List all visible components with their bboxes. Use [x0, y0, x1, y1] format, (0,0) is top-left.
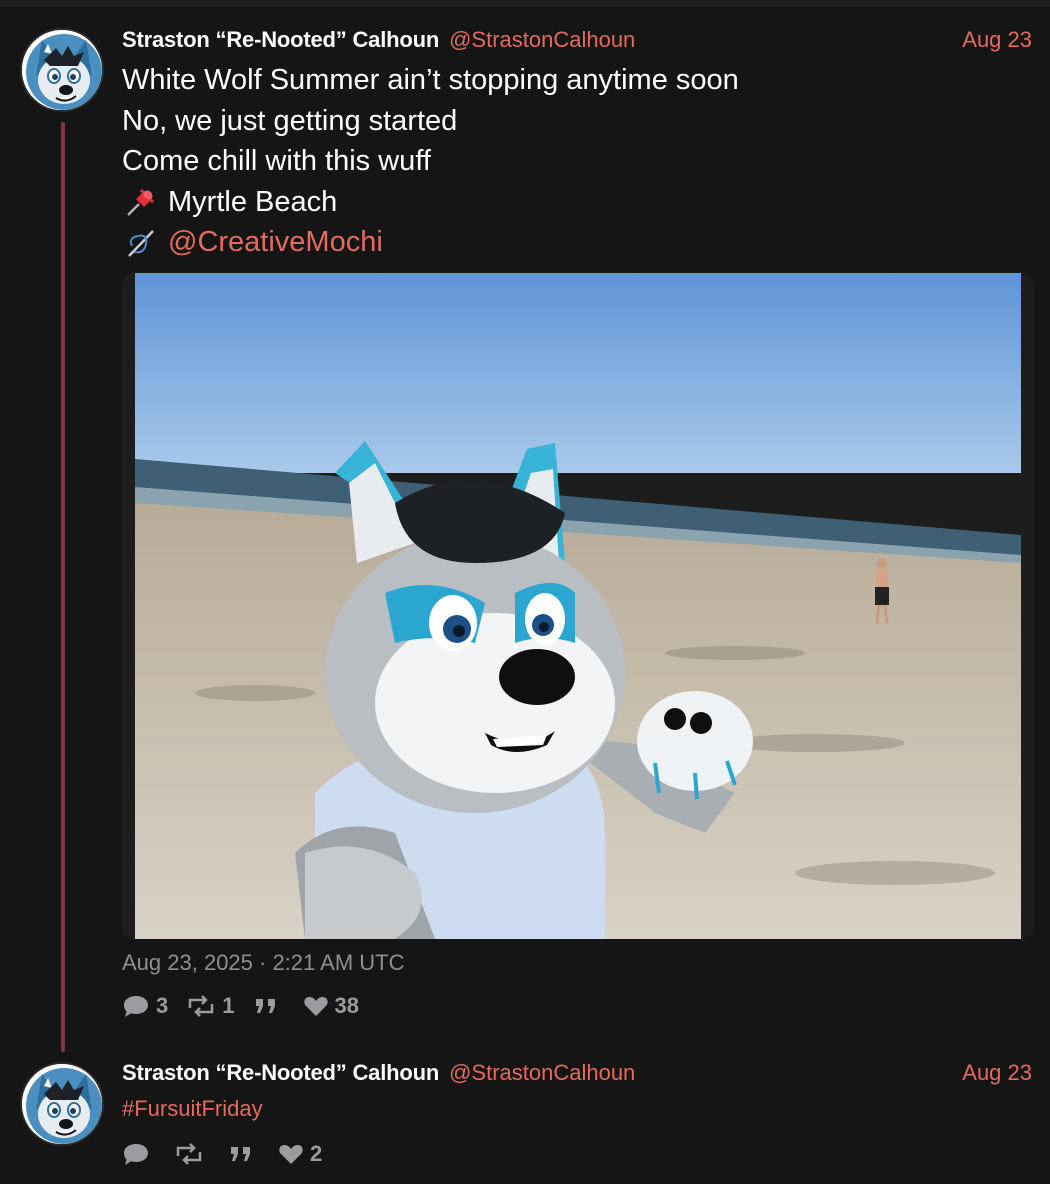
heart-icon — [279, 1145, 303, 1164]
like-button[interactable]: 2 — [278, 1141, 322, 1167]
author-handle[interactable]: @StrastonCalhoun — [449, 1060, 635, 1086]
like-count: 2 — [310, 1141, 323, 1166]
post-header: Straston “Re-Nooted” Calhoun @StrastonCa… — [122, 1058, 1032, 1088]
author-name[interactable]: Straston “Re-Nooted” Calhoun — [122, 1060, 439, 1086]
hashtag-link[interactable]: #FursuitFriday — [122, 1094, 263, 1124]
repost-button[interactable] — [174, 1142, 210, 1166]
repost-icon — [176, 1143, 202, 1165]
quote-button[interactable] — [228, 1143, 260, 1165]
avatar[interactable] — [20, 1062, 104, 1146]
post-actions: 2 — [122, 1139, 340, 1169]
post-date-link[interactable]: Aug 23 — [962, 1060, 1032, 1086]
comment-icon — [124, 1144, 148, 1165]
reply-button[interactable] — [122, 1141, 156, 1167]
wolf-avatar-icon — [22, 1064, 102, 1144]
post-reply: Straston “Re-Nooted” Calhoun @StrastonCa… — [0, 0, 1050, 1184]
quote-icon — [231, 1147, 250, 1161]
